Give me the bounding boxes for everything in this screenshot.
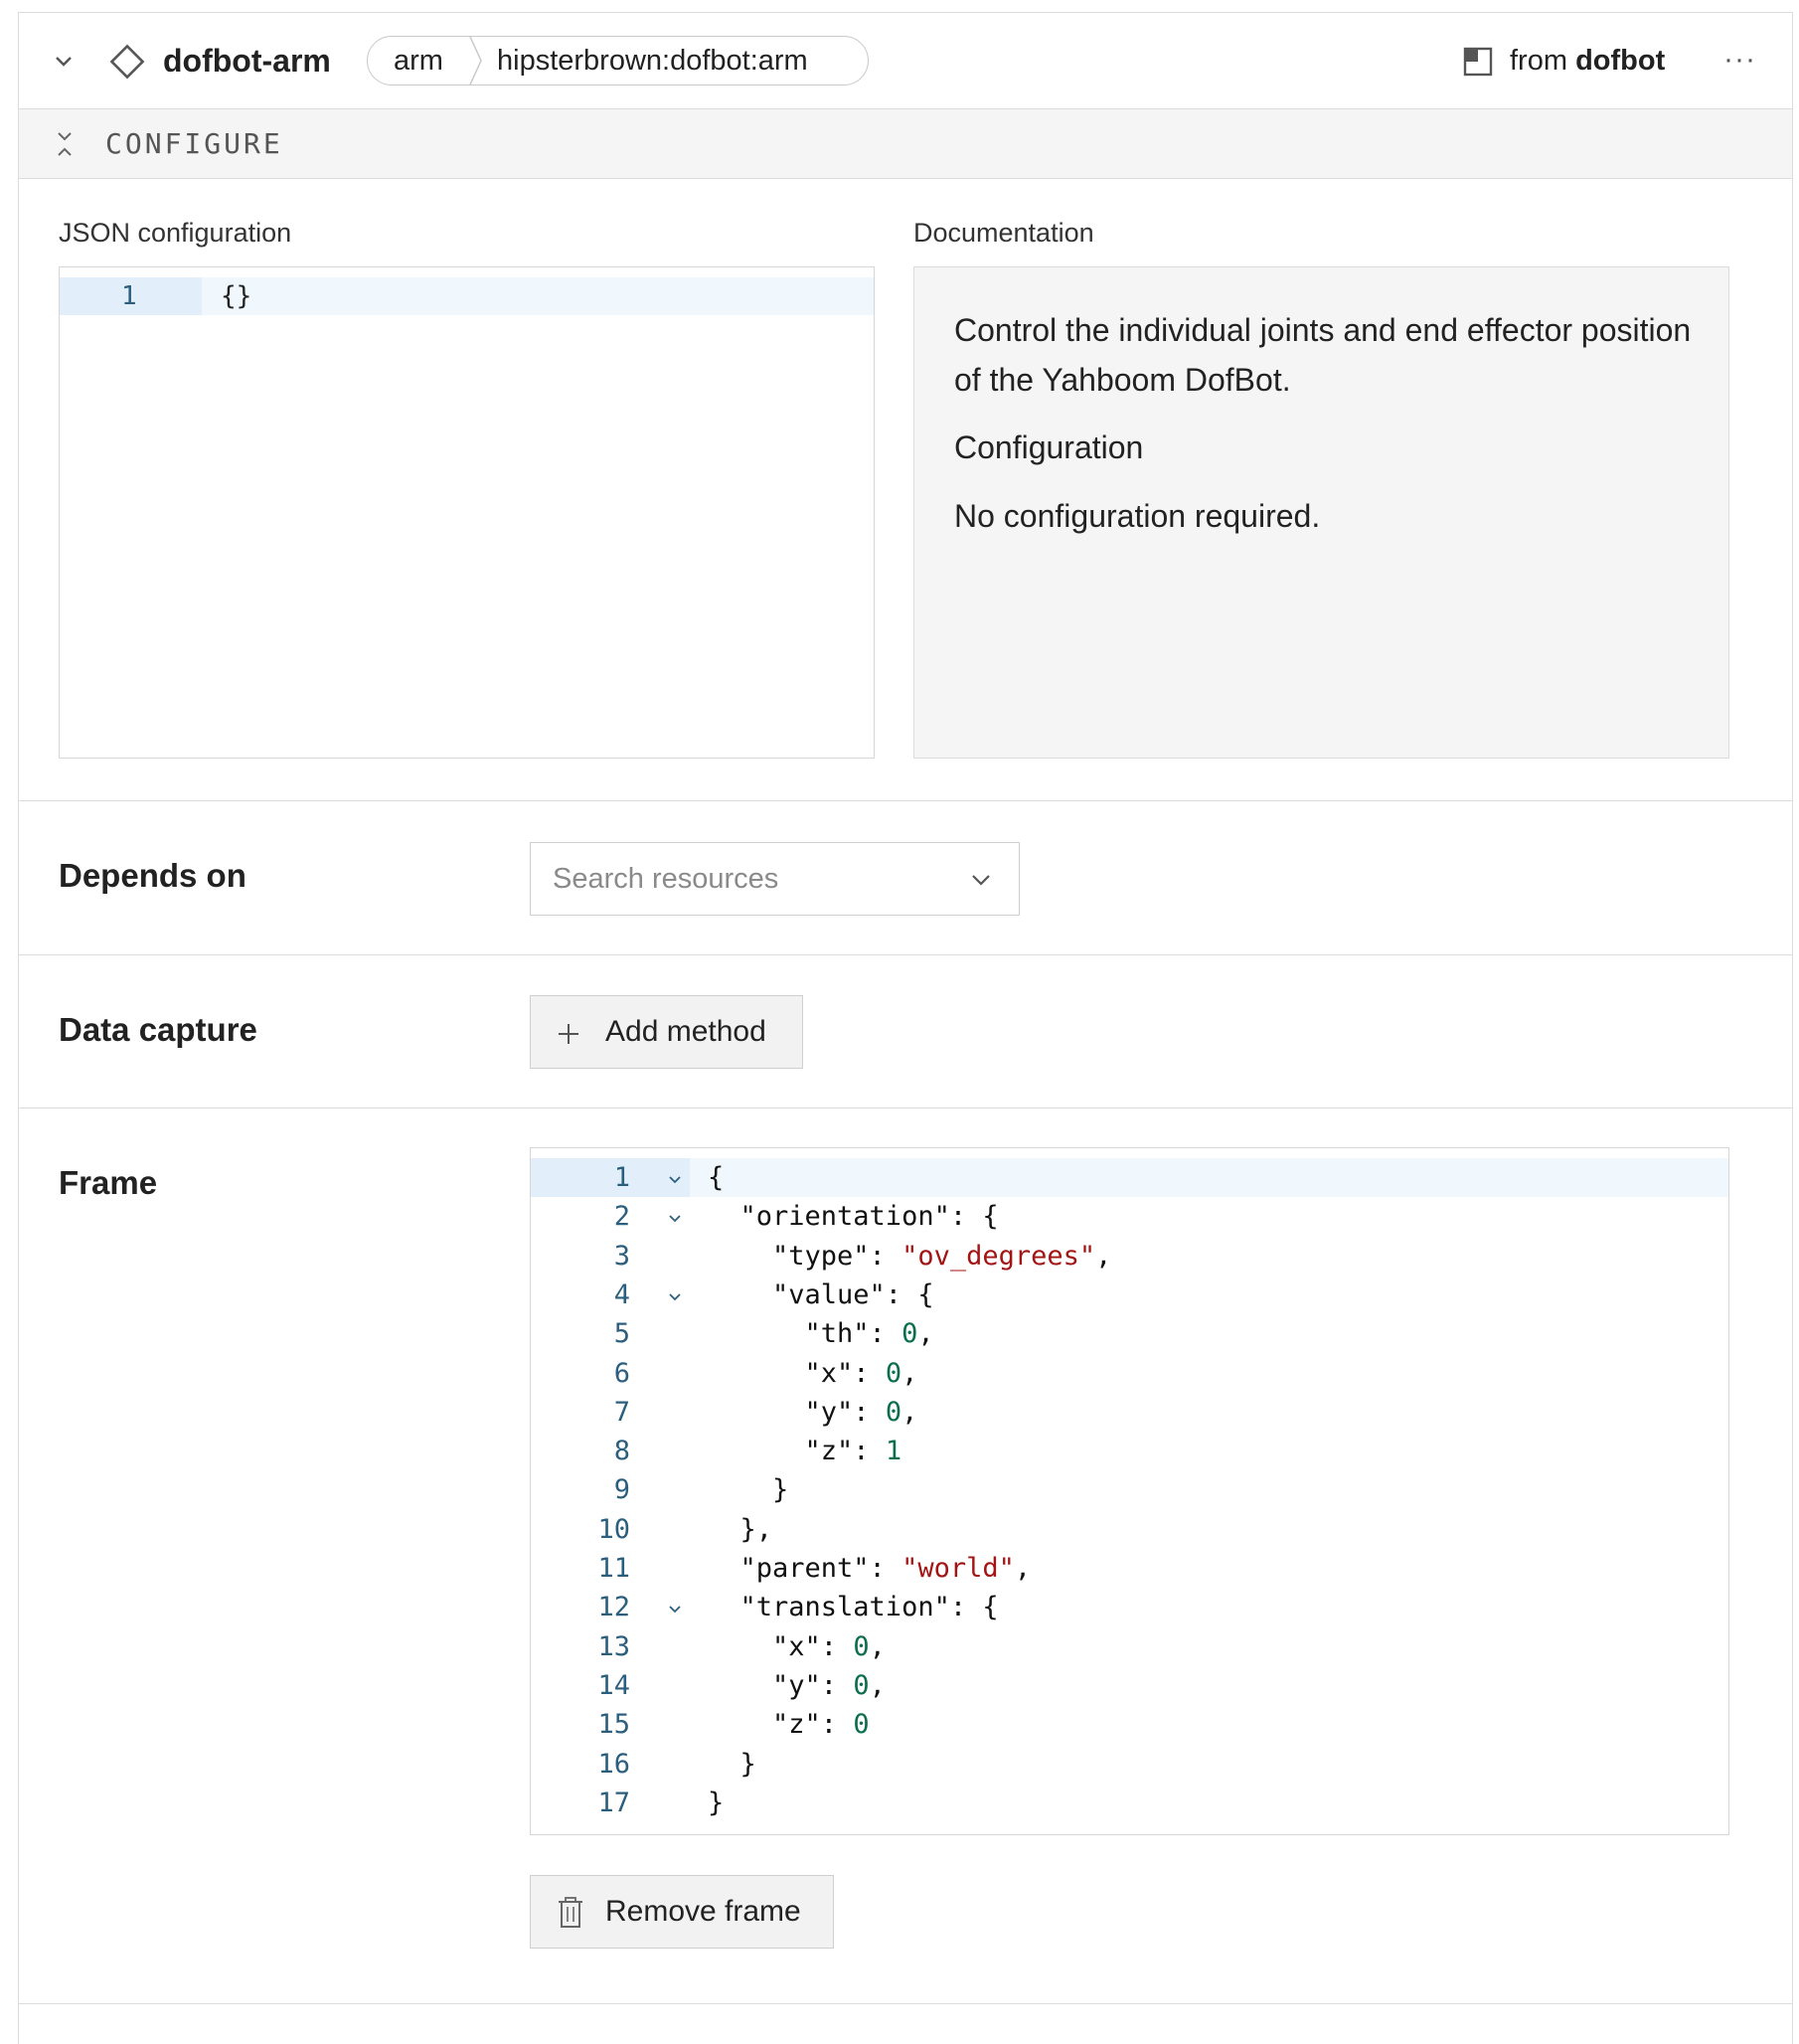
code-line: 15 "z": 0 [531, 1705, 1728, 1744]
frame-json-editor[interactable]: 1{2 "orientation": {3 "type": "ov_degree… [530, 1147, 1729, 1835]
code-line: 1 {} [60, 277, 874, 315]
line-number: 2 [613, 1201, 630, 1233]
code-text: } [708, 1787, 725, 1818]
code-text: } [708, 1748, 756, 1780]
code-text: "type": "ov_degrees", [708, 1240, 1112, 1272]
code-line: 9 } [531, 1470, 1728, 1509]
code-line: 16 } [531, 1745, 1728, 1784]
remove-frame-label: Remove frame [605, 1895, 801, 1928]
tag-type: arm [394, 45, 443, 77]
line-number: 9 [613, 1474, 630, 1506]
documentation-label: Documentation [913, 218, 1094, 248]
tag-separator-icon [469, 37, 482, 85]
collapse-icon[interactable] [55, 129, 75, 159]
add-method-button[interactable]: Add method [530, 995, 803, 1069]
code-text: {} [221, 281, 252, 311]
line-number: 3 [613, 1240, 630, 1272]
code-text: "value": { [708, 1278, 934, 1310]
code-line: 8 "z": 1 [531, 1432, 1728, 1470]
configure-label: CONFIGURE [105, 127, 283, 160]
line-number: 5 [613, 1318, 630, 1350]
chevron-down-icon [972, 875, 990, 886]
depends-on-label: Depends on [59, 857, 246, 894]
code-text: "x": 0, [708, 1630, 886, 1662]
code-line: 17} [531, 1784, 1728, 1822]
module-icon [1463, 47, 1493, 77]
resource-type-tag: arm hipsterbrown:dofbot:arm [367, 36, 869, 85]
documentation-panel: Control the individual joints and end ef… [913, 266, 1729, 759]
code-text: "y": 0, [708, 1669, 886, 1701]
line-number: 14 [597, 1669, 630, 1701]
json-config-editor[interactable]: 1 {} [59, 266, 875, 759]
chevron-down-icon[interactable] [53, 51, 75, 73]
from-prefix: from [1510, 45, 1567, 77]
doc-heading: Configuration [954, 429, 1144, 465]
code-line: 10 }, [531, 1510, 1728, 1549]
line-number: 7 [613, 1396, 630, 1428]
code-text: "th": 0, [708, 1318, 934, 1350]
code-line: 14 "y": 0, [531, 1666, 1728, 1705]
code-line: 7 "y": 0, [531, 1393, 1728, 1432]
code-line: 6 "x": 0, [531, 1354, 1728, 1393]
plus-icon [559, 1024, 578, 1044]
code-text: "z": 1 [708, 1436, 902, 1467]
frame-label: Frame [59, 1164, 158, 1201]
code-line: 3 "type": "ov_degrees", [531, 1237, 1728, 1276]
code-text: }, [708, 1513, 773, 1545]
code-line: 5 "th": 0, [531, 1314, 1728, 1353]
line-number: 15 [597, 1709, 630, 1741]
code-line: 2 "orientation": { [531, 1197, 1728, 1236]
code-line: 4 "value": { [531, 1276, 1728, 1314]
resource-card: dofbot-arm arm hipsterbrown:dofbot:arm f… [18, 12, 1793, 2044]
code-line: 12 "translation": { [531, 1588, 1728, 1626]
divider [19, 954, 1792, 955]
code-text: "translation": { [708, 1592, 999, 1623]
code-text: "parent": "world", [708, 1553, 1032, 1584]
data-capture-label: Data capture [59, 1011, 257, 1048]
code-text: } [708, 1474, 789, 1506]
code-text: "y": 0, [708, 1396, 918, 1428]
search-resources-select[interactable]: Search resources [530, 842, 1020, 916]
divider [19, 2003, 1792, 2004]
add-method-label: Add method [605, 1015, 766, 1048]
doc-description: Control the individual joints and end ef… [954, 312, 1692, 398]
code-text: "x": 0, [708, 1357, 918, 1389]
code-text: "z": 0 [708, 1709, 870, 1741]
resource-header: dofbot-arm arm hipsterbrown:dofbot:arm f… [19, 13, 1792, 109]
tag-model: hipsterbrown:dofbot:arm [497, 45, 808, 77]
line-number: 12 [597, 1592, 630, 1623]
component-diamond-icon [109, 44, 145, 80]
line-number: 10 [597, 1513, 630, 1545]
search-placeholder: Search resources [553, 863, 779, 895]
code-text: { [708, 1162, 725, 1193]
json-config-label: JSON configuration [59, 218, 292, 248]
code-line: 13 "x": 0, [531, 1627, 1728, 1666]
fold-chevron-icon[interactable] [668, 1172, 682, 1186]
code-line: 1{ [531, 1158, 1728, 1198]
fold-chevron-icon[interactable] [668, 1602, 682, 1616]
line-number: 1 [121, 281, 137, 311]
resource-name: dofbot-arm [163, 43, 331, 79]
fold-chevron-icon[interactable] [668, 1211, 682, 1225]
divider [19, 800, 1792, 801]
trash-icon [559, 1897, 582, 1928]
code-text: "orientation": { [708, 1201, 999, 1233]
remove-frame-button[interactable]: Remove frame [530, 1875, 834, 1949]
line-number: 1 [613, 1162, 630, 1193]
line-number: 11 [597, 1553, 630, 1584]
line-number: 6 [613, 1357, 630, 1389]
line-number: 16 [597, 1748, 630, 1780]
line-number: 17 [597, 1787, 630, 1818]
line-number: 4 [613, 1278, 630, 1310]
line-number: 8 [613, 1436, 630, 1467]
code-line: 11 "parent": "world", [531, 1549, 1728, 1588]
more-options-icon[interactable]: ··· [1723, 45, 1756, 75]
doc-note: No configuration required. [954, 498, 1321, 534]
fold-chevron-icon[interactable] [668, 1289, 682, 1303]
divider [19, 1107, 1792, 1108]
module-source[interactable]: from dofbot [1510, 39, 1665, 83]
line-number: 13 [597, 1630, 630, 1662]
configure-bar[interactable]: CONFIGURE [19, 109, 1792, 179]
from-module-name: dofbot [1575, 45, 1666, 77]
